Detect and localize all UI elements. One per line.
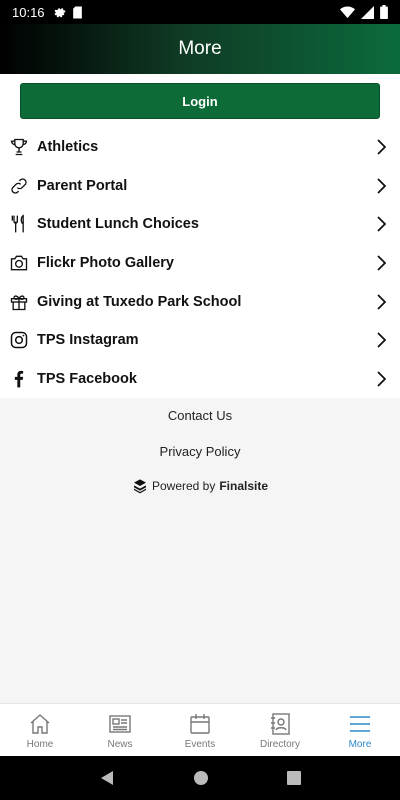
trophy-icon — [8, 136, 30, 158]
chevron-right-icon — [374, 177, 388, 195]
calendar-icon — [187, 711, 213, 737]
back-icon[interactable] — [99, 770, 115, 786]
menu-item-instagram[interactable]: TPS Instagram — [0, 321, 400, 360]
chevron-right-icon — [374, 370, 388, 388]
privacy-policy-link[interactable]: Privacy Policy — [0, 434, 400, 470]
powered-by-brand: Finalsite — [219, 479, 269, 493]
status-bar: 10:16 — [0, 0, 400, 24]
menu-item-label: TPS Facebook — [37, 370, 137, 387]
wifi-icon — [340, 6, 355, 18]
camera-icon — [8, 252, 30, 274]
menu-item-label: TPS Instagram — [37, 332, 139, 349]
home-icon — [27, 711, 53, 737]
directory-icon — [267, 711, 293, 737]
sd-card-icon — [72, 6, 82, 18]
link-icon — [8, 175, 30, 197]
login-button[interactable]: Login — [20, 83, 380, 119]
menu-item-facebook[interactable]: TPS Facebook — [0, 360, 400, 399]
menu-item-parent-portal[interactable]: Parent Portal — [0, 167, 400, 206]
tab-directory[interactable]: Directory — [240, 704, 320, 756]
menu-item-giving[interactable]: Giving at Tuxedo Park School — [0, 282, 400, 321]
app-header: More — [0, 24, 400, 74]
finalsite-logo-icon — [133, 479, 146, 494]
status-time: 10:16 — [12, 4, 45, 20]
chevron-right-icon — [374, 138, 388, 156]
more-menu-list: Athletics Parent Portal Student Lunch Ch… — [0, 128, 400, 399]
menu-item-student-lunch[interactable]: Student Lunch Choices — [0, 205, 400, 244]
menu-item-label: Flickr Photo Gallery — [37, 255, 174, 272]
tab-label: Directory — [259, 738, 300, 750]
instagram-icon — [8, 329, 30, 351]
menu-icon — [347, 711, 373, 737]
recents-icon[interactable] — [287, 771, 301, 785]
menu-item-athletics[interactable]: Athletics — [0, 128, 400, 167]
tab-label: Events — [184, 738, 216, 750]
page-title: More — [178, 38, 222, 59]
tab-news[interactable]: News — [80, 704, 160, 756]
gift-icon — [8, 291, 30, 313]
bottom-tab-bar: Home News Events Directory More — [0, 703, 400, 756]
system-nav-bar — [0, 756, 400, 800]
tab-home[interactable]: Home — [0, 704, 80, 756]
tab-label: More — [348, 738, 372, 750]
tab-more[interactable]: More — [320, 704, 400, 756]
home-button-icon[interactable] — [193, 770, 209, 786]
menu-item-label: Student Lunch Choices — [37, 216, 199, 233]
gear-icon — [54, 7, 66, 17]
tab-events[interactable]: Events — [160, 704, 240, 756]
powered-by-finalsite[interactable]: Powered by Finalsite — [0, 470, 400, 502]
contact-us-link[interactable]: Contact Us — [0, 398, 400, 434]
tab-label: Home — [26, 738, 54, 750]
powered-by-prefix: Powered by — [151, 479, 216, 493]
fork-knife-icon — [8, 213, 30, 235]
chevron-right-icon — [374, 331, 388, 349]
menu-item-label: Parent Portal — [37, 177, 128, 194]
newspaper-icon — [107, 711, 133, 737]
login-section: Login — [0, 74, 400, 128]
chevron-right-icon — [374, 254, 388, 272]
menu-item-label: Athletics — [37, 139, 99, 156]
chevron-right-icon — [374, 293, 388, 311]
chevron-right-icon — [374, 215, 388, 233]
signal-icon — [361, 5, 374, 19]
battery-icon — [380, 5, 388, 19]
menu-item-flickr-gallery[interactable]: Flickr Photo Gallery — [0, 244, 400, 283]
facebook-icon — [8, 368, 30, 390]
footer-links: Contact Us Privacy Policy Powered by Fin… — [0, 398, 400, 502]
menu-item-label: Giving at Tuxedo Park School — [37, 293, 242, 310]
tab-label: News — [107, 738, 133, 750]
